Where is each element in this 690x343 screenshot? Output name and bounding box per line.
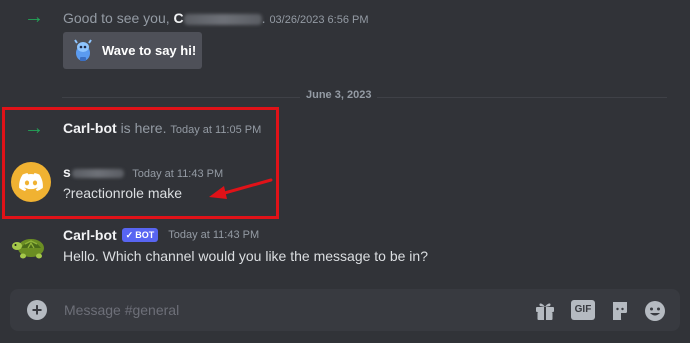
bot-badge-label: BOT	[135, 230, 155, 240]
message-composer[interactable]: + Message #general GIF	[10, 289, 680, 331]
turtle-avatar-icon	[12, 239, 44, 259]
bot-message-timestamp: Today at 11:43 PM	[168, 229, 260, 241]
highlight-box	[2, 107, 279, 219]
bot-message-header: Carl-bot ✓ BOT Today at 11:43 PM	[63, 227, 259, 243]
sticker-icon[interactable]	[609, 300, 631, 322]
welcome-name-initial: C	[173, 10, 184, 26]
join-arrow-icon: →	[24, 6, 44, 28]
add-icon[interactable]: +	[27, 300, 47, 320]
verified-check-icon: ✓	[125, 229, 134, 240]
bot-username[interactable]: Carl-bot	[63, 227, 117, 243]
bot-message-text: Hello. Which channel would you like the …	[63, 248, 428, 264]
wumpus-icon	[74, 38, 92, 61]
date-divider: June 3, 2023	[300, 89, 378, 101]
emoji-icon[interactable]	[644, 300, 666, 322]
redacted-name	[183, 13, 262, 25]
welcome-name[interactable]: C	[174, 10, 262, 26]
welcome-greeting: Good to see you,	[63, 10, 170, 26]
message-input[interactable]: Message #general	[64, 302, 179, 318]
gift-icon[interactable]	[534, 300, 556, 322]
gif-icon[interactable]: GIF	[571, 300, 595, 320]
gif-label: GIF	[574, 304, 592, 315]
bot-badge: ✓ BOT	[121, 228, 159, 242]
avatar[interactable]	[11, 227, 51, 267]
welcome-message: Good to see you, C. 03/26/2023 6:56 PM	[63, 10, 369, 26]
wave-button-label: Wave to say hi!	[102, 43, 197, 58]
wave-button[interactable]: Wave to say hi!	[63, 32, 202, 69]
welcome-timestamp: 03/26/2023 6:56 PM	[269, 14, 369, 26]
